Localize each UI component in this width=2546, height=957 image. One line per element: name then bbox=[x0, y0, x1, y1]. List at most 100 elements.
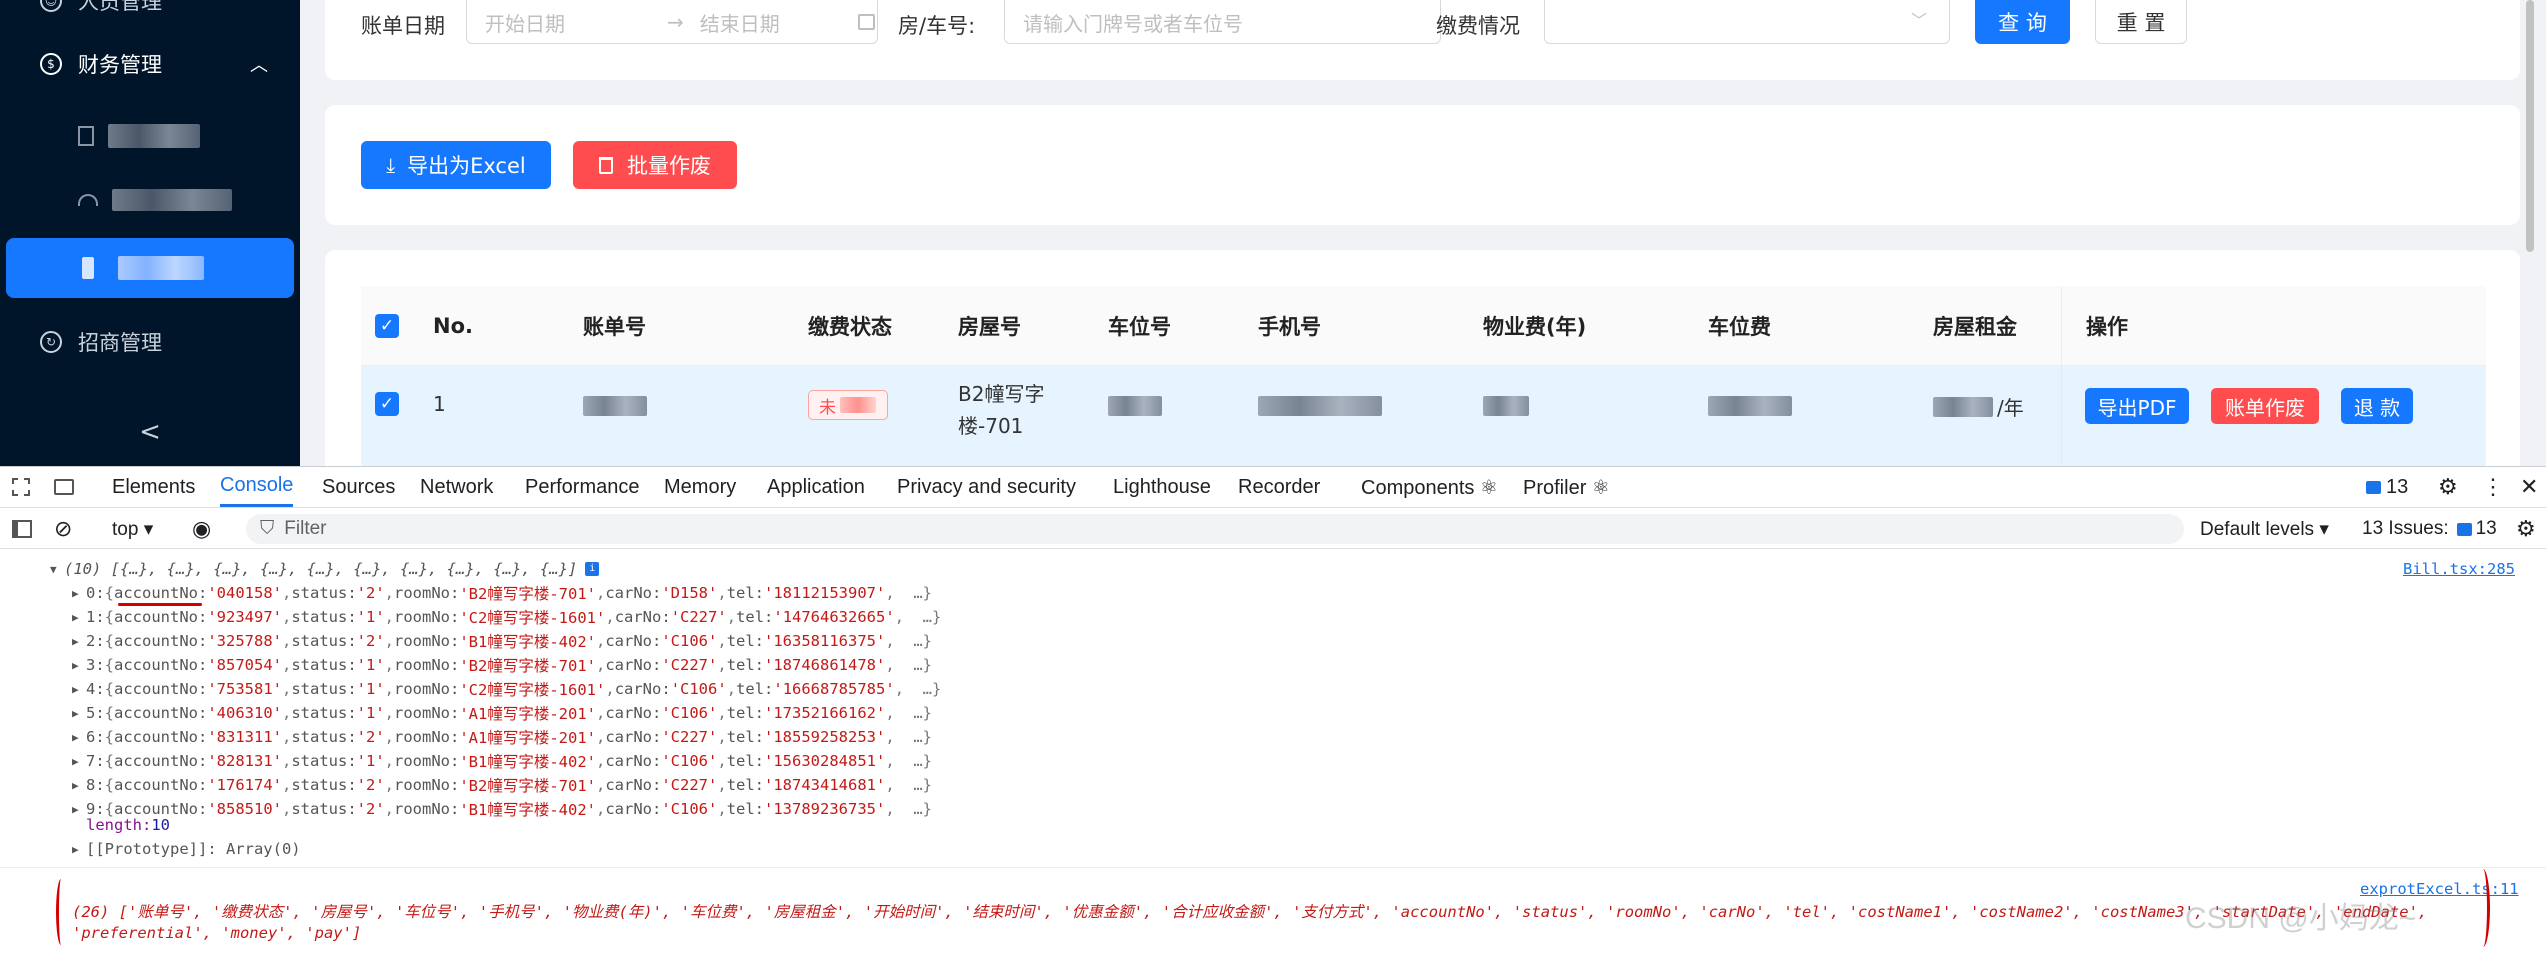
console-filter-input[interactable]: ⛉ Filter bbox=[246, 514, 2184, 544]
batch-void-button[interactable]: 批量作废 bbox=[573, 141, 737, 189]
console-object-row[interactable]: ▶ 4: {accountNo: '753581', status: '1', r… bbox=[0, 677, 2546, 701]
sep: , bbox=[605, 608, 615, 626]
sidebar-subitem-active[interactable] bbox=[6, 238, 294, 298]
tab-memory[interactable]: Memory bbox=[664, 467, 736, 507]
console-object-row[interactable]: ▶ 5: {accountNo: '406310', status: '1', r… bbox=[0, 701, 2546, 725]
red-annotation-left-stroke bbox=[56, 879, 66, 945]
more-options-icon[interactable]: ⋮ bbox=[2482, 467, 2504, 507]
key: status: bbox=[291, 632, 357, 650]
page-scrollbar[interactable] bbox=[2526, 0, 2534, 252]
console-object-row[interactable]: ▶ 2: {accountNo: '325788', status: '2', r… bbox=[0, 629, 2546, 653]
void-bill-button[interactable]: 账单作废 bbox=[2211, 388, 2319, 424]
row-checkbox[interactable]: ✓ bbox=[375, 392, 399, 416]
export-excel-button[interactable]: ⤓ 导出为Excel bbox=[361, 141, 551, 189]
tab-console[interactable]: Console bbox=[220, 467, 294, 507]
key: accountNo: bbox=[114, 704, 208, 722]
value-room-no: 'B2幢写字楼-701' bbox=[459, 657, 596, 675]
status-text: 未 bbox=[819, 397, 836, 418]
row-index: 0: bbox=[86, 584, 105, 602]
source-link[interactable]: Bill.tsx:285 bbox=[2403, 560, 2515, 578]
row-no: 1 bbox=[433, 392, 446, 416]
sidebar-toggle-icon[interactable] bbox=[12, 508, 32, 550]
value-tel: '15630284851' bbox=[764, 752, 886, 770]
expand-right-icon: ▶ bbox=[72, 634, 79, 648]
value-status: '2' bbox=[356, 632, 385, 650]
clear-console-icon[interactable]: ⊘ bbox=[54, 508, 72, 550]
eye-icon[interactable]: ◉ bbox=[192, 508, 211, 550]
room-search-placeholder: 请输入门牌号或者车位号 bbox=[1023, 11, 1243, 36]
value-status: '1' bbox=[356, 656, 385, 674]
sidebar-collapse-button[interactable]: < bbox=[0, 404, 300, 460]
sep: , bbox=[717, 656, 727, 674]
sep: , bbox=[726, 608, 737, 626]
sidebar-item-personnel[interactable]: ☺ 人员管理 bbox=[0, 0, 300, 16]
tab-components[interactable]: Components ⚛ bbox=[1361, 467, 1498, 507]
console-object-row[interactable]: ▶ 8: {accountNo: '176174', status: '2', r… bbox=[0, 773, 2546, 797]
settings-gear-icon[interactable]: ⚙ bbox=[2438, 467, 2458, 507]
room-search-input[interactable]: 请输入门牌号或者车位号 bbox=[1004, 0, 1441, 44]
actions-cell-divider bbox=[2061, 366, 2062, 466]
device-toolbar-icon[interactable] bbox=[54, 467, 74, 507]
sidebar-item-finance[interactable]: $ 财务管理 ︿ bbox=[0, 36, 300, 92]
trash-icon bbox=[599, 156, 613, 174]
key: roomNo: bbox=[394, 752, 460, 770]
sep: , bbox=[726, 680, 737, 698]
prototype-line[interactable]: ▶ [[Prototype]]: Array(0) bbox=[0, 837, 2546, 861]
sidebar-item-investment[interactable]: ↻ 招商管理 bbox=[0, 314, 300, 370]
tab-sources[interactable]: Sources bbox=[322, 467, 395, 507]
tab-profiler[interactable]: Profiler ⚛ bbox=[1523, 467, 1610, 507]
tab-network[interactable]: Network bbox=[420, 467, 493, 507]
key: accountNo: bbox=[114, 632, 208, 650]
sidebar-subitem-2[interactable] bbox=[0, 172, 300, 228]
console-settings-icon[interactable]: ⚙ bbox=[2516, 508, 2536, 550]
brace: { bbox=[104, 752, 115, 770]
console-object-row[interactable]: ▶ 1: {accountNo: '923497', status: '1', r… bbox=[0, 605, 2546, 629]
tab-elements[interactable]: Elements bbox=[112, 467, 195, 507]
value-account-no: '406310' bbox=[207, 704, 282, 722]
key: status: bbox=[291, 776, 357, 794]
table-row[interactable]: ✓ 1 未 B2幢写字 楼-701 /年 导出PDF 账单作废 退 款 bbox=[361, 366, 2486, 466]
console-group-header[interactable]: ▼ (10) [{…}, {…}, {…}, {…}, {…}, {…}, {…… bbox=[0, 557, 2546, 581]
refund-button[interactable]: 退 款 bbox=[2341, 388, 2413, 424]
row-index: 1: bbox=[86, 608, 105, 626]
value-tel: '16668785785' bbox=[773, 680, 895, 698]
tab-performance[interactable]: Performance bbox=[525, 467, 640, 507]
close-devtools-icon[interactable]: ✕ bbox=[2520, 467, 2538, 507]
log-levels-dropdown[interactable]: Default levels ▾ bbox=[2200, 508, 2329, 550]
console-object-row[interactable]: ▶ 3: {accountNo: '857054', status: '1', r… bbox=[0, 653, 2546, 677]
date-range-picker[interactable]: 开始日期 → 结束日期 bbox=[466, 0, 878, 44]
sep: , bbox=[596, 728, 606, 746]
end-date-input[interactable]: 结束日期 bbox=[700, 8, 850, 37]
console-object-row[interactable]: ▶ 6: {accountNo: '831311', status: '2', r… bbox=[0, 725, 2546, 749]
issues-link[interactable]: 13 Issues: 13 bbox=[2362, 508, 2497, 550]
brace: { bbox=[104, 584, 115, 602]
key: tel: bbox=[726, 752, 765, 770]
key: carNo: bbox=[605, 704, 662, 722]
tab-application[interactable]: Application bbox=[767, 467, 865, 507]
sep: , bbox=[384, 656, 395, 674]
tab-recorder[interactable]: Recorder bbox=[1238, 467, 1320, 507]
reset-button[interactable]: 重 置 bbox=[2095, 0, 2187, 44]
tab-privacy-security[interactable]: Privacy and security bbox=[897, 467, 1076, 507]
redacted-label bbox=[108, 124, 200, 148]
start-date-input[interactable]: 开始日期 bbox=[485, 8, 645, 37]
issues-counter[interactable]: 13 bbox=[2366, 467, 2408, 507]
brace: { bbox=[104, 776, 115, 794]
context-selector[interactable]: top ▾ bbox=[112, 508, 153, 550]
console-object-row[interactable]: ▶ 7: {accountNo: '828131', status: '1', r… bbox=[0, 749, 2546, 773]
query-button[interactable]: 查 询 bbox=[1975, 0, 2070, 44]
value-room-no: 'C2幢写字楼-1601' bbox=[459, 609, 606, 627]
sidebar-item-label: 人员管理 bbox=[78, 0, 162, 14]
sep: , bbox=[282, 728, 292, 746]
ellipsis: , …} bbox=[885, 584, 933, 602]
document-icon bbox=[78, 126, 94, 146]
key: tel: bbox=[736, 680, 774, 698]
console-headers-line[interactable]: (26) ['账单号', '缴费状态', '房屋号', '车位号', '手机号'… bbox=[0, 899, 2546, 923]
inspect-element-icon[interactable] bbox=[12, 467, 30, 507]
console-object-row[interactable]: ▶ 0: {accountNo: '040158', status: '2', r… bbox=[0, 581, 2546, 605]
select-all-checkbox[interactable]: ✓ bbox=[375, 314, 399, 338]
tab-lighthouse[interactable]: Lighthouse bbox=[1113, 467, 1211, 507]
payment-status-select[interactable]: ﹀ bbox=[1544, 0, 1950, 44]
sidebar-subitem-1[interactable] bbox=[0, 108, 300, 164]
export-pdf-button[interactable]: 导出PDF bbox=[2085, 388, 2189, 424]
